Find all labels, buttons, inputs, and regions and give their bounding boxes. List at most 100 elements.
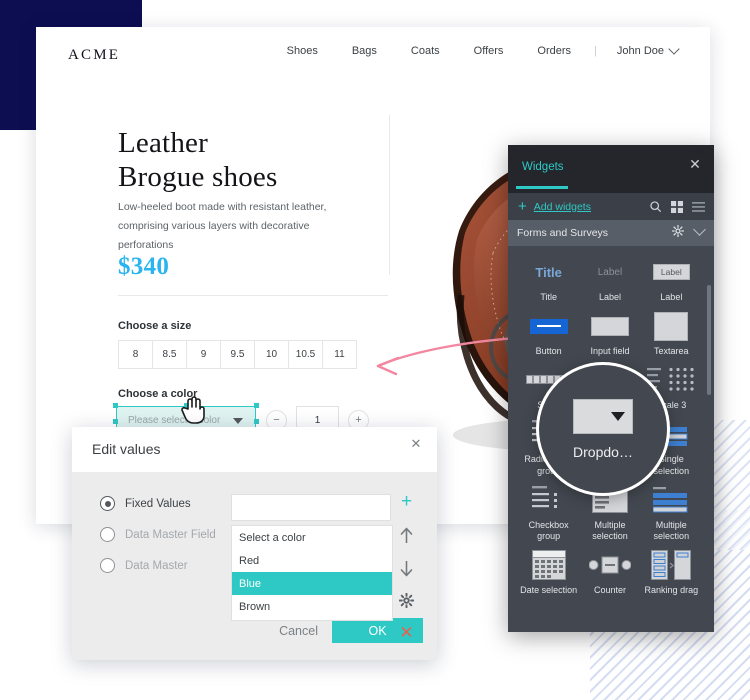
move-down-icon[interactable] xyxy=(399,560,414,577)
widget-item-multiple-selection-bars[interactable]: Multiple selection xyxy=(641,483,702,542)
label-icon: Label xyxy=(597,266,623,278)
new-value-input[interactable] xyxy=(231,494,391,521)
widget-item-checkbox-group[interactable]: Checkbox group xyxy=(518,483,579,542)
widget-label: Textarea xyxy=(654,346,689,357)
widget-item-counter[interactable]: Counter xyxy=(579,548,640,596)
value-source-options: Fixed Values Data Master Field Data Mast… xyxy=(100,496,216,573)
widget-item-date-selection[interactable]: Date selection xyxy=(518,548,579,596)
widget-label: Date selection xyxy=(520,585,578,596)
nav-item-orders[interactable]: Orders xyxy=(520,45,588,57)
resize-handle[interactable] xyxy=(113,418,118,424)
widget-item-input-field[interactable]: Input field xyxy=(579,309,640,357)
widget-item-label-boxed[interactable]: Label Label xyxy=(641,255,702,303)
size-option[interactable]: 9 xyxy=(186,340,220,369)
panel-toolbar-icons xyxy=(649,200,705,213)
label-boxed-icon: Label xyxy=(652,255,690,289)
size-selector: 8 8.5 9 9.5 10 10.5 11 xyxy=(118,340,357,369)
gear-icon[interactable] xyxy=(672,225,684,237)
size-option[interactable]: 8.5 xyxy=(152,340,186,369)
radio-option-fixed-values[interactable]: Fixed Values xyxy=(100,496,216,511)
widget-label: Label xyxy=(660,292,683,302)
radio-icon xyxy=(100,496,115,511)
nav-item-shoes[interactable]: Shoes xyxy=(270,45,335,57)
content-divider xyxy=(389,115,390,275)
magnifier-label: Dropdo… xyxy=(573,443,633,460)
move-up-icon[interactable] xyxy=(399,527,414,544)
panel-toolbar: + Add widgets xyxy=(508,193,714,220)
widget-label: Counter xyxy=(593,585,626,596)
widget-item-title[interactable]: Title Title xyxy=(518,255,579,303)
size-option[interactable]: 11 xyxy=(322,340,357,369)
textarea-icon xyxy=(654,309,689,343)
search-icon[interactable] xyxy=(649,200,662,213)
product-price: $340 xyxy=(118,253,170,280)
user-name: John Doe xyxy=(616,45,664,57)
size-label: Choose a size xyxy=(118,320,192,332)
widget-label: Ranking drag xyxy=(644,585,699,596)
chevron-down-icon[interactable] xyxy=(693,222,706,236)
add-icon[interactable]: + xyxy=(401,492,412,511)
resize-handle[interactable] xyxy=(113,403,118,408)
screenshot-stage: ACME Shoes Bags Coats Offers Orders | Jo… xyxy=(0,0,750,700)
radio-icon xyxy=(100,527,115,542)
button-icon xyxy=(529,309,568,343)
panel-scrollbar[interactable] xyxy=(707,285,711,395)
product-description: Low-heeled boot made with resistant leat… xyxy=(118,201,327,252)
radio-option-data-master[interactable]: Data Master xyxy=(100,558,216,573)
size-option[interactable]: 10.5 xyxy=(288,340,322,369)
size-option[interactable]: 8 xyxy=(118,340,152,369)
widget-item-textarea[interactable]: Textarea xyxy=(641,309,702,357)
size-option[interactable]: 10 xyxy=(254,340,288,369)
list-view-icon[interactable] xyxy=(692,201,705,213)
cancel-button[interactable]: Cancel xyxy=(279,624,318,638)
close-icon[interactable]: ✕ xyxy=(688,157,702,171)
delete-icon[interactable]: ✕ xyxy=(399,624,413,641)
tab-widgets[interactable]: Widgets xyxy=(522,161,564,173)
product-title: Leather Brogue shoes xyxy=(118,127,378,194)
plus-icon: + xyxy=(518,198,527,215)
dropdown-icon xyxy=(573,398,633,434)
widget-item-ranking-drag[interactable]: Ranking drag xyxy=(641,548,702,596)
widget-item-label[interactable]: Label Label xyxy=(579,255,640,303)
section-title: Forms and Surveys xyxy=(517,227,609,239)
list-item[interactable]: Red xyxy=(232,549,392,572)
hand-cursor-icon xyxy=(181,396,205,424)
widget-item-button[interactable]: Button xyxy=(518,309,579,357)
nav-item-coats[interactable]: Coats xyxy=(394,45,457,57)
size-option[interactable]: 9.5 xyxy=(220,340,254,369)
list-item[interactable]: Brown xyxy=(232,595,392,618)
radio-label: Data Master Field xyxy=(125,528,216,541)
date-selection-icon xyxy=(531,548,566,582)
values-listbox[interactable]: Select a color Red Blue Brown xyxy=(231,525,393,621)
top-navigation xyxy=(36,27,710,89)
widget-label: Label xyxy=(598,292,621,302)
nav-item-offers[interactable]: Offers xyxy=(457,45,521,57)
close-icon[interactable]: ✕ xyxy=(409,437,423,451)
radio-icon xyxy=(100,558,115,573)
input-field-icon xyxy=(590,309,629,343)
radio-label: Data Master xyxy=(125,559,188,572)
magnifier-highlight: Dropdo… xyxy=(536,362,670,496)
add-widgets-link[interactable]: Add widgets xyxy=(534,201,591,213)
list-item[interactable]: Select a color xyxy=(232,526,392,549)
list-item-selected[interactable]: Blue xyxy=(232,572,392,595)
user-menu[interactable]: John Doe xyxy=(603,43,680,57)
settings-icon[interactable] xyxy=(399,593,414,608)
radio-label: Fixed Values xyxy=(125,497,191,510)
dropdown-arrow-icon xyxy=(611,411,625,421)
multiple-selection-bars-icon xyxy=(653,483,689,517)
chevron-down-icon xyxy=(668,43,680,55)
product-title-line2: Brogue shoes xyxy=(118,160,278,193)
resize-handle[interactable] xyxy=(254,418,259,424)
section-header[interactable]: Forms and Surveys xyxy=(508,220,714,246)
product-title-line1: Leather xyxy=(118,127,208,159)
brand-logo[interactable]: ACME xyxy=(68,47,120,64)
resize-handle[interactable] xyxy=(254,403,259,408)
widget-label: Button xyxy=(535,346,562,357)
grid-view-icon[interactable] xyxy=(671,200,683,213)
nav-item-bags[interactable]: Bags xyxy=(335,45,394,57)
radio-option-data-master-field[interactable]: Data Master Field xyxy=(100,527,216,542)
widget-label: Input field xyxy=(590,346,630,357)
section-header-icons xyxy=(672,222,706,237)
widget-label: Checkbox group xyxy=(528,519,569,541)
